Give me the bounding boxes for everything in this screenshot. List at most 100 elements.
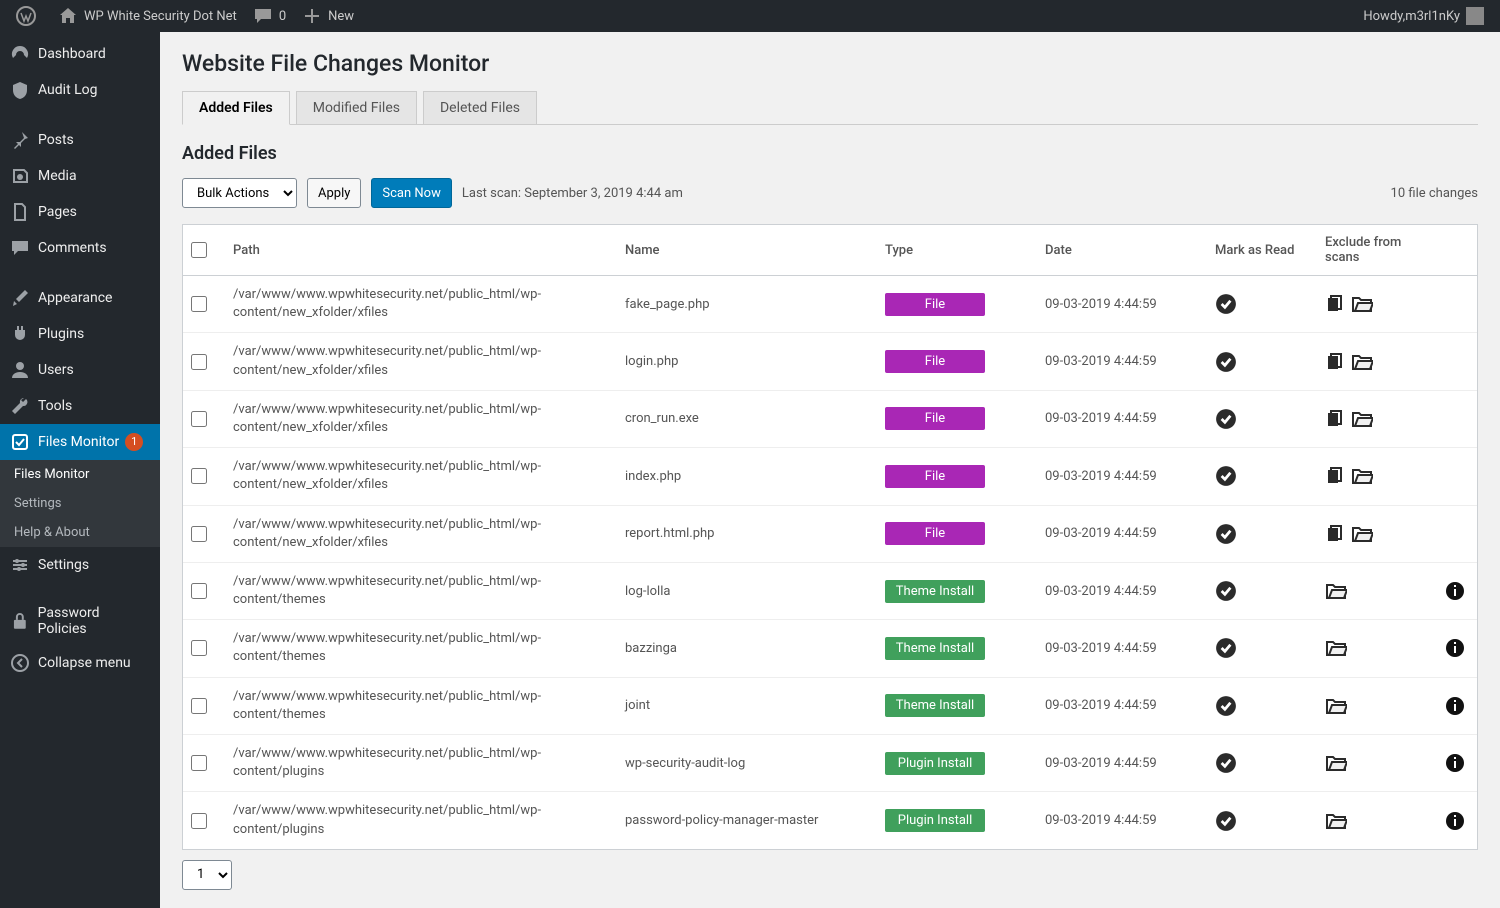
mark-read-button[interactable] (1215, 293, 1237, 315)
exclude-folder-button[interactable] (1325, 811, 1347, 831)
row-path: /var/www/www.wpwhitesecurity.net/public_… (225, 276, 617, 333)
col-name[interactable]: Name (617, 225, 877, 276)
row-checkbox[interactable] (191, 526, 207, 542)
apply-button[interactable]: Apply (307, 178, 361, 208)
type-pill: Plugin Install (885, 809, 985, 832)
info-button[interactable] (1445, 811, 1465, 831)
exclude-file-button[interactable] (1325, 409, 1345, 429)
brush-icon (10, 288, 30, 308)
exclude-folder-button[interactable] (1351, 524, 1373, 544)
menu-tools[interactable]: Tools (0, 388, 160, 424)
col-date[interactable]: Date (1037, 225, 1207, 276)
row-checkbox[interactable] (191, 296, 207, 312)
exclude-folder-button[interactable] (1325, 753, 1347, 773)
comments-link[interactable]: 0 (245, 0, 294, 32)
scan-now-button[interactable]: Scan Now (371, 178, 451, 208)
row-date: 09-03-2019 4:44:59 (1037, 276, 1207, 333)
col-path[interactable]: Path (225, 225, 617, 276)
submenu-files-monitor[interactable]: Files Monitor (0, 460, 160, 489)
menu-media[interactable]: Media (0, 158, 160, 194)
menu-password-policies[interactable]: Password Policies (0, 597, 160, 645)
menu-audit-log[interactable]: Audit Log (0, 72, 160, 108)
mark-read-button[interactable] (1215, 810, 1237, 832)
page-size-select[interactable]: 10 (182, 860, 232, 890)
info-button[interactable] (1445, 638, 1465, 658)
type-pill: Theme Install (885, 637, 985, 660)
row-name: password-policy-manager-master (617, 792, 877, 848)
row-name: index.php (617, 448, 877, 505)
row-checkbox[interactable] (191, 468, 207, 484)
col-exclude: Exclude from scans (1317, 225, 1437, 276)
tab-modified-files[interactable]: Modified Files (296, 91, 417, 124)
wordpress-logo[interactable] (8, 0, 50, 32)
menu-settings[interactable]: Settings (0, 547, 160, 583)
row-path: /var/www/www.wpwhitesecurity.net/public_… (225, 735, 617, 792)
exclude-file-button[interactable] (1325, 466, 1345, 486)
mark-read-button[interactable] (1215, 465, 1237, 487)
row-name: joint (617, 678, 877, 735)
exclude-folder-button[interactable] (1351, 294, 1373, 314)
exclude-folder-button[interactable] (1325, 638, 1347, 658)
row-checkbox[interactable] (191, 813, 207, 829)
row-checkbox[interactable] (191, 698, 207, 714)
row-date: 09-03-2019 4:44:59 (1037, 506, 1207, 563)
tab-deleted-files[interactable]: Deleted Files (423, 91, 537, 124)
info-button[interactable] (1445, 696, 1465, 716)
row-name: cron_run.exe (617, 391, 877, 448)
menu-posts[interactable]: Posts (0, 122, 160, 158)
comment-icon (253, 6, 273, 26)
select-all-checkbox[interactable] (191, 242, 207, 258)
col-type[interactable]: Type (877, 225, 1037, 276)
exclude-folder-button[interactable] (1325, 581, 1347, 601)
site-name-link[interactable]: WP White Security Dot Net (50, 0, 245, 32)
user-icon (10, 360, 30, 380)
exclude-folder-button[interactable] (1351, 409, 1373, 429)
howdy-account[interactable]: Howdy, m3rl1nKy (1355, 0, 1492, 32)
submenu-help-about[interactable]: Help & About (0, 518, 160, 547)
type-pill: File (885, 350, 985, 373)
menu-comments[interactable]: Comments (0, 230, 160, 266)
menu-appearance[interactable]: Appearance (0, 280, 160, 316)
collapse-menu[interactable]: Collapse menu (0, 645, 160, 681)
bulk-actions-select[interactable]: Bulk Actions (182, 178, 297, 208)
row-checkbox[interactable] (191, 354, 207, 370)
menu-files-monitor[interactable]: Files Monitor1 (0, 424, 160, 460)
submenu-settings[interactable]: Settings (0, 489, 160, 518)
tabs: Added Files Modified Files Deleted Files (182, 91, 1478, 125)
mark-read-button[interactable] (1215, 695, 1237, 717)
row-checkbox[interactable] (191, 755, 207, 771)
row-name: fake_page.php (617, 276, 877, 333)
row-path: /var/www/www.wpwhitesecurity.net/public_… (225, 620, 617, 677)
files-monitor-badge: 1 (125, 433, 143, 451)
type-pill: Theme Install (885, 694, 985, 717)
row-checkbox[interactable] (191, 583, 207, 599)
row-path: /var/www/www.wpwhitesecurity.net/public_… (225, 506, 617, 563)
comments-count: 0 (279, 9, 286, 24)
exclude-folder-button[interactable] (1351, 352, 1373, 372)
row-checkbox[interactable] (191, 640, 207, 656)
new-content-link[interactable]: New (294, 0, 362, 32)
info-button[interactable] (1445, 753, 1465, 773)
row-checkbox[interactable] (191, 411, 207, 427)
info-button[interactable] (1445, 581, 1465, 601)
mark-read-button[interactable] (1215, 523, 1237, 545)
exclude-file-button[interactable] (1325, 352, 1345, 372)
menu-users[interactable]: Users (0, 352, 160, 388)
mark-read-button[interactable] (1215, 637, 1237, 659)
menu-plugins[interactable]: Plugins (0, 316, 160, 352)
row-name: wp-security-audit-log (617, 735, 877, 792)
exclude-folder-button[interactable] (1351, 466, 1373, 486)
col-mark: Mark as Read (1207, 225, 1317, 276)
mark-read-button[interactable] (1215, 752, 1237, 774)
row-date: 09-03-2019 4:44:59 (1037, 792, 1207, 848)
exclude-file-button[interactable] (1325, 524, 1345, 544)
mark-read-button[interactable] (1215, 580, 1237, 602)
exclude-folder-button[interactable] (1325, 696, 1347, 716)
exclude-file-button[interactable] (1325, 294, 1345, 314)
mark-read-button[interactable] (1215, 351, 1237, 373)
menu-pages[interactable]: Pages (0, 194, 160, 230)
section-heading: Added Files (182, 143, 1478, 164)
mark-read-button[interactable] (1215, 408, 1237, 430)
menu-dashboard[interactable]: Dashboard (0, 36, 160, 72)
tab-added-files[interactable]: Added Files (182, 91, 290, 125)
